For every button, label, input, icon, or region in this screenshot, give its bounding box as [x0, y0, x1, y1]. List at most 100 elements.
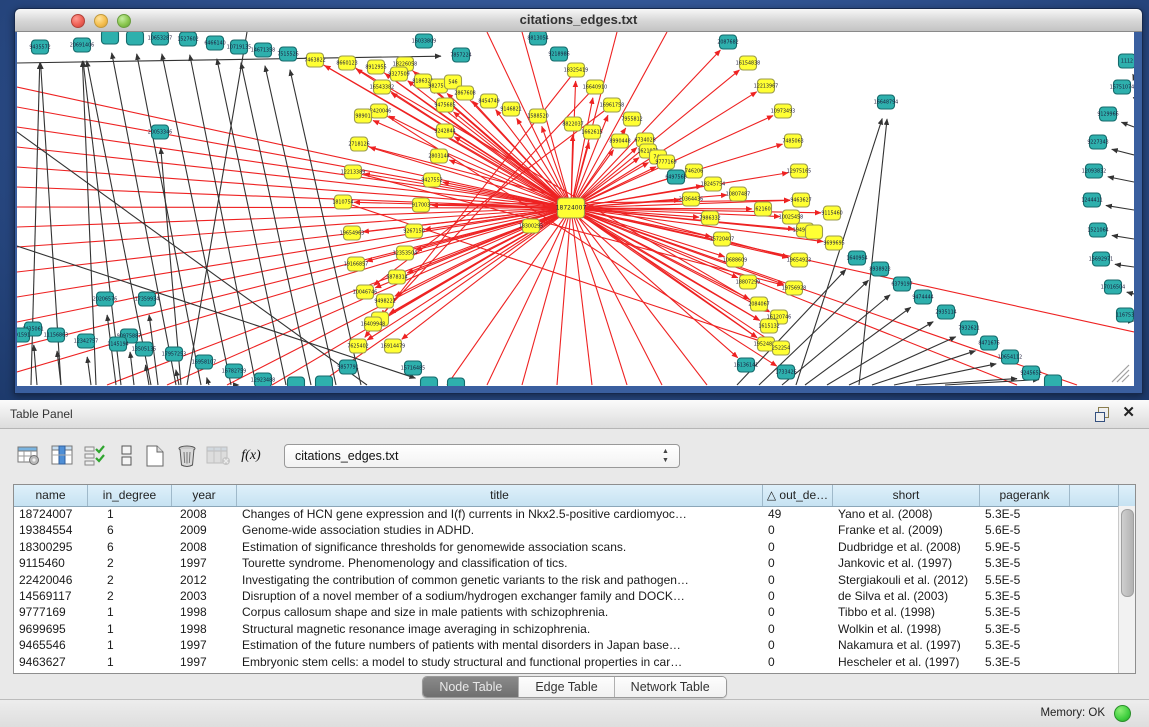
cell-△ out_de…[interactable]: 0	[763, 555, 833, 571]
cell-△ out_de…[interactable]: 0	[763, 621, 833, 637]
cell-year[interactable]: 1997	[172, 654, 237, 670]
citation-network-graph[interactable]: 9435572206914061065328715276026466140107…	[17, 32, 1134, 386]
cell-title[interactable]: Investigating the contribution of common…	[237, 572, 763, 588]
delete-table-icon[interactable]	[174, 442, 200, 470]
cell-in_degree[interactable]: 2	[88, 588, 172, 604]
cell-title[interactable]: Changes of HCN gene expression and I(f) …	[237, 506, 763, 522]
scrollbar-thumb[interactable]	[1121, 509, 1134, 597]
cell-year[interactable]: 2008	[172, 539, 237, 555]
cell-title[interactable]: Tourette syndrome. Phenomenology and cla…	[237, 555, 763, 571]
cell-△ out_de…[interactable]: 0	[763, 588, 833, 604]
network-window[interactable]: citations_edges.txt 94355722069140610653…	[14, 8, 1143, 394]
cell-selector-icon[interactable]	[114, 442, 140, 470]
cell-name[interactable]: 14569117	[14, 588, 88, 604]
cell-pagerank[interactable]: 5.3E-5	[980, 555, 1070, 571]
cell-name[interactable]: 18724007	[14, 506, 88, 522]
node-table[interactable]: namein_degreeyeartitle△ out_de…shortpage…	[13, 484, 1136, 674]
table-row[interactable]: 1938455462009Genome-wide association stu…	[14, 522, 1119, 538]
cell-name[interactable]: 22420046	[14, 572, 88, 588]
table-scrollbar[interactable]	[1118, 506, 1135, 673]
table-row[interactable]: 969969511998Structural magnetic resonanc…	[14, 621, 1119, 637]
table-source-dropdown[interactable]: citations_edges.txt ▲▼	[284, 444, 680, 468]
cell-short[interactable]: Franke et al. (2009)	[833, 522, 980, 538]
tab-edge-table[interactable]: Edge Table	[519, 677, 614, 697]
cell-title[interactable]: Embryonic stem cells: a model to study s…	[237, 654, 763, 670]
cell-year[interactable]: 1997	[172, 637, 237, 653]
cell-short[interactable]: Dudbridge et al. (2008)	[833, 539, 980, 555]
table-header-row[interactable]: namein_degreeyeartitle△ out_de…shortpage…	[14, 485, 1135, 507]
cell-short[interactable]: Stergiakouli et al. (2012)	[833, 572, 980, 588]
cell-name[interactable]: 9115460	[14, 555, 88, 571]
cell-pagerank[interactable]: 5.3E-5	[980, 621, 1070, 637]
cell-title[interactable]: Genome-wide association studies in ADHD.	[237, 522, 763, 538]
network-view-canvas[interactable]: 9435572206914061065328715276026466140107…	[17, 32, 1134, 386]
cell-pagerank[interactable]: 5.9E-5	[980, 539, 1070, 555]
table-row[interactable]: 2242004622012Investigating the contribut…	[14, 572, 1119, 588]
cell-pagerank[interactable]: 5.3E-5	[980, 654, 1070, 670]
cell-△ out_de…[interactable]: 0	[763, 654, 833, 670]
cell-title[interactable]: Estimation of significance thresholds fo…	[237, 539, 763, 555]
cell-△ out_de…[interactable]: 0	[763, 539, 833, 555]
cell-short[interactable]: Wolkin et al. (1998)	[833, 621, 980, 637]
table-row[interactable]: 1830029562008Estimation of significance …	[14, 539, 1119, 555]
cell-name[interactable]: 9699695	[14, 621, 88, 637]
close-panel-icon[interactable]: ✕	[1122, 404, 1135, 422]
cell-short[interactable]: Hescheler et al. (1997)	[833, 654, 980, 670]
cell-in_degree[interactable]: 1	[88, 621, 172, 637]
table-settings-icon[interactable]	[16, 442, 42, 470]
cell-in_degree[interactable]: 2	[88, 555, 172, 571]
cell-△ out_de…[interactable]: 0	[763, 604, 833, 620]
cell-name[interactable]: 9463627	[14, 654, 88, 670]
cell-name[interactable]: 9777169	[14, 604, 88, 620]
cell-short[interactable]: Tibbo et al. (1998)	[833, 604, 980, 620]
column-header-filler[interactable]	[1070, 485, 1119, 506]
memory-status-indicator[interactable]	[1114, 705, 1131, 722]
column-header-title[interactable]: title	[237, 485, 763, 506]
cell-pagerank[interactable]: 5.3E-5	[980, 604, 1070, 620]
cell-in_degree[interactable]: 1	[88, 506, 172, 522]
cell-△ out_de…[interactable]: 0	[763, 637, 833, 653]
cell-pagerank[interactable]: 5.3E-5	[980, 506, 1070, 522]
float-panel-icon[interactable]	[1095, 407, 1109, 421]
cell-year[interactable]: 2012	[172, 572, 237, 588]
table-row[interactable]: 946362711997Embryonic stem cells: a mode…	[14, 654, 1119, 670]
cell-title[interactable]: Corpus callosum shape and size in male p…	[237, 604, 763, 620]
cell-short[interactable]: Yano et al. (2008)	[833, 506, 980, 522]
cell-year[interactable]: 2009	[172, 522, 237, 538]
cell-short[interactable]: Jankovic et al. (1997)	[833, 555, 980, 571]
table-row[interactable]: 1872400712008Changes of HCN gene express…	[14, 506, 1119, 522]
cell-pagerank[interactable]: 5.5E-5	[980, 572, 1070, 588]
cell-title[interactable]: Estimation of the future numbers of pati…	[237, 637, 763, 653]
table-row[interactable]: 977716911998Corpus callosum shape and si…	[14, 604, 1119, 620]
cell-year[interactable]: 2003	[172, 588, 237, 604]
cell-title[interactable]: Disruption of a novel member of a sodium…	[237, 588, 763, 604]
cell-name[interactable]: 18300295	[14, 539, 88, 555]
cell-pagerank[interactable]: 5.3E-5	[980, 637, 1070, 653]
cell-△ out_de…[interactable]: 49	[763, 506, 833, 522]
table-row[interactable]: 911546021997Tourette syndrome. Phenomeno…	[14, 555, 1119, 571]
new-file-icon[interactable]	[142, 442, 168, 470]
cell-pagerank[interactable]: 5.3E-5	[980, 588, 1070, 604]
cell-year[interactable]: 1998	[172, 621, 237, 637]
function-builder-icon[interactable]: f(x)	[238, 442, 264, 470]
cell-year[interactable]: 1997	[172, 555, 237, 571]
cell-△ out_de…[interactable]: 0	[763, 572, 833, 588]
dropdown-stepper-icon[interactable]: ▲▼	[660, 447, 671, 467]
cell-short[interactable]: Nakamura et al. (1997)	[833, 637, 980, 653]
column-header-pagerank[interactable]: pagerank	[980, 485, 1070, 506]
column-header-name[interactable]: name	[14, 485, 88, 506]
cell-in_degree[interactable]: 6	[88, 539, 172, 555]
network-window-titlebar[interactable]: citations_edges.txt	[15, 9, 1142, 32]
column-header-in_degree[interactable]: in_degree	[88, 485, 172, 506]
cell-year[interactable]: 1998	[172, 604, 237, 620]
table-row[interactable]: 946554611997Estimation of the future num…	[14, 637, 1119, 653]
table-rows[interactable]: 1872400712008Changes of HCN gene express…	[14, 506, 1119, 673]
cell-in_degree[interactable]: 1	[88, 604, 172, 620]
cell-year[interactable]: 2008	[172, 506, 237, 522]
tab-node-table[interactable]: Node Table	[423, 677, 519, 697]
column-header-year[interactable]: year	[172, 485, 237, 506]
import-checklist-icon[interactable]	[82, 442, 108, 470]
cell-in_degree[interactable]: 2	[88, 572, 172, 588]
cell-in_degree[interactable]: 1	[88, 637, 172, 653]
column-header-△ out_de…[interactable]: △ out_de…	[763, 485, 833, 506]
